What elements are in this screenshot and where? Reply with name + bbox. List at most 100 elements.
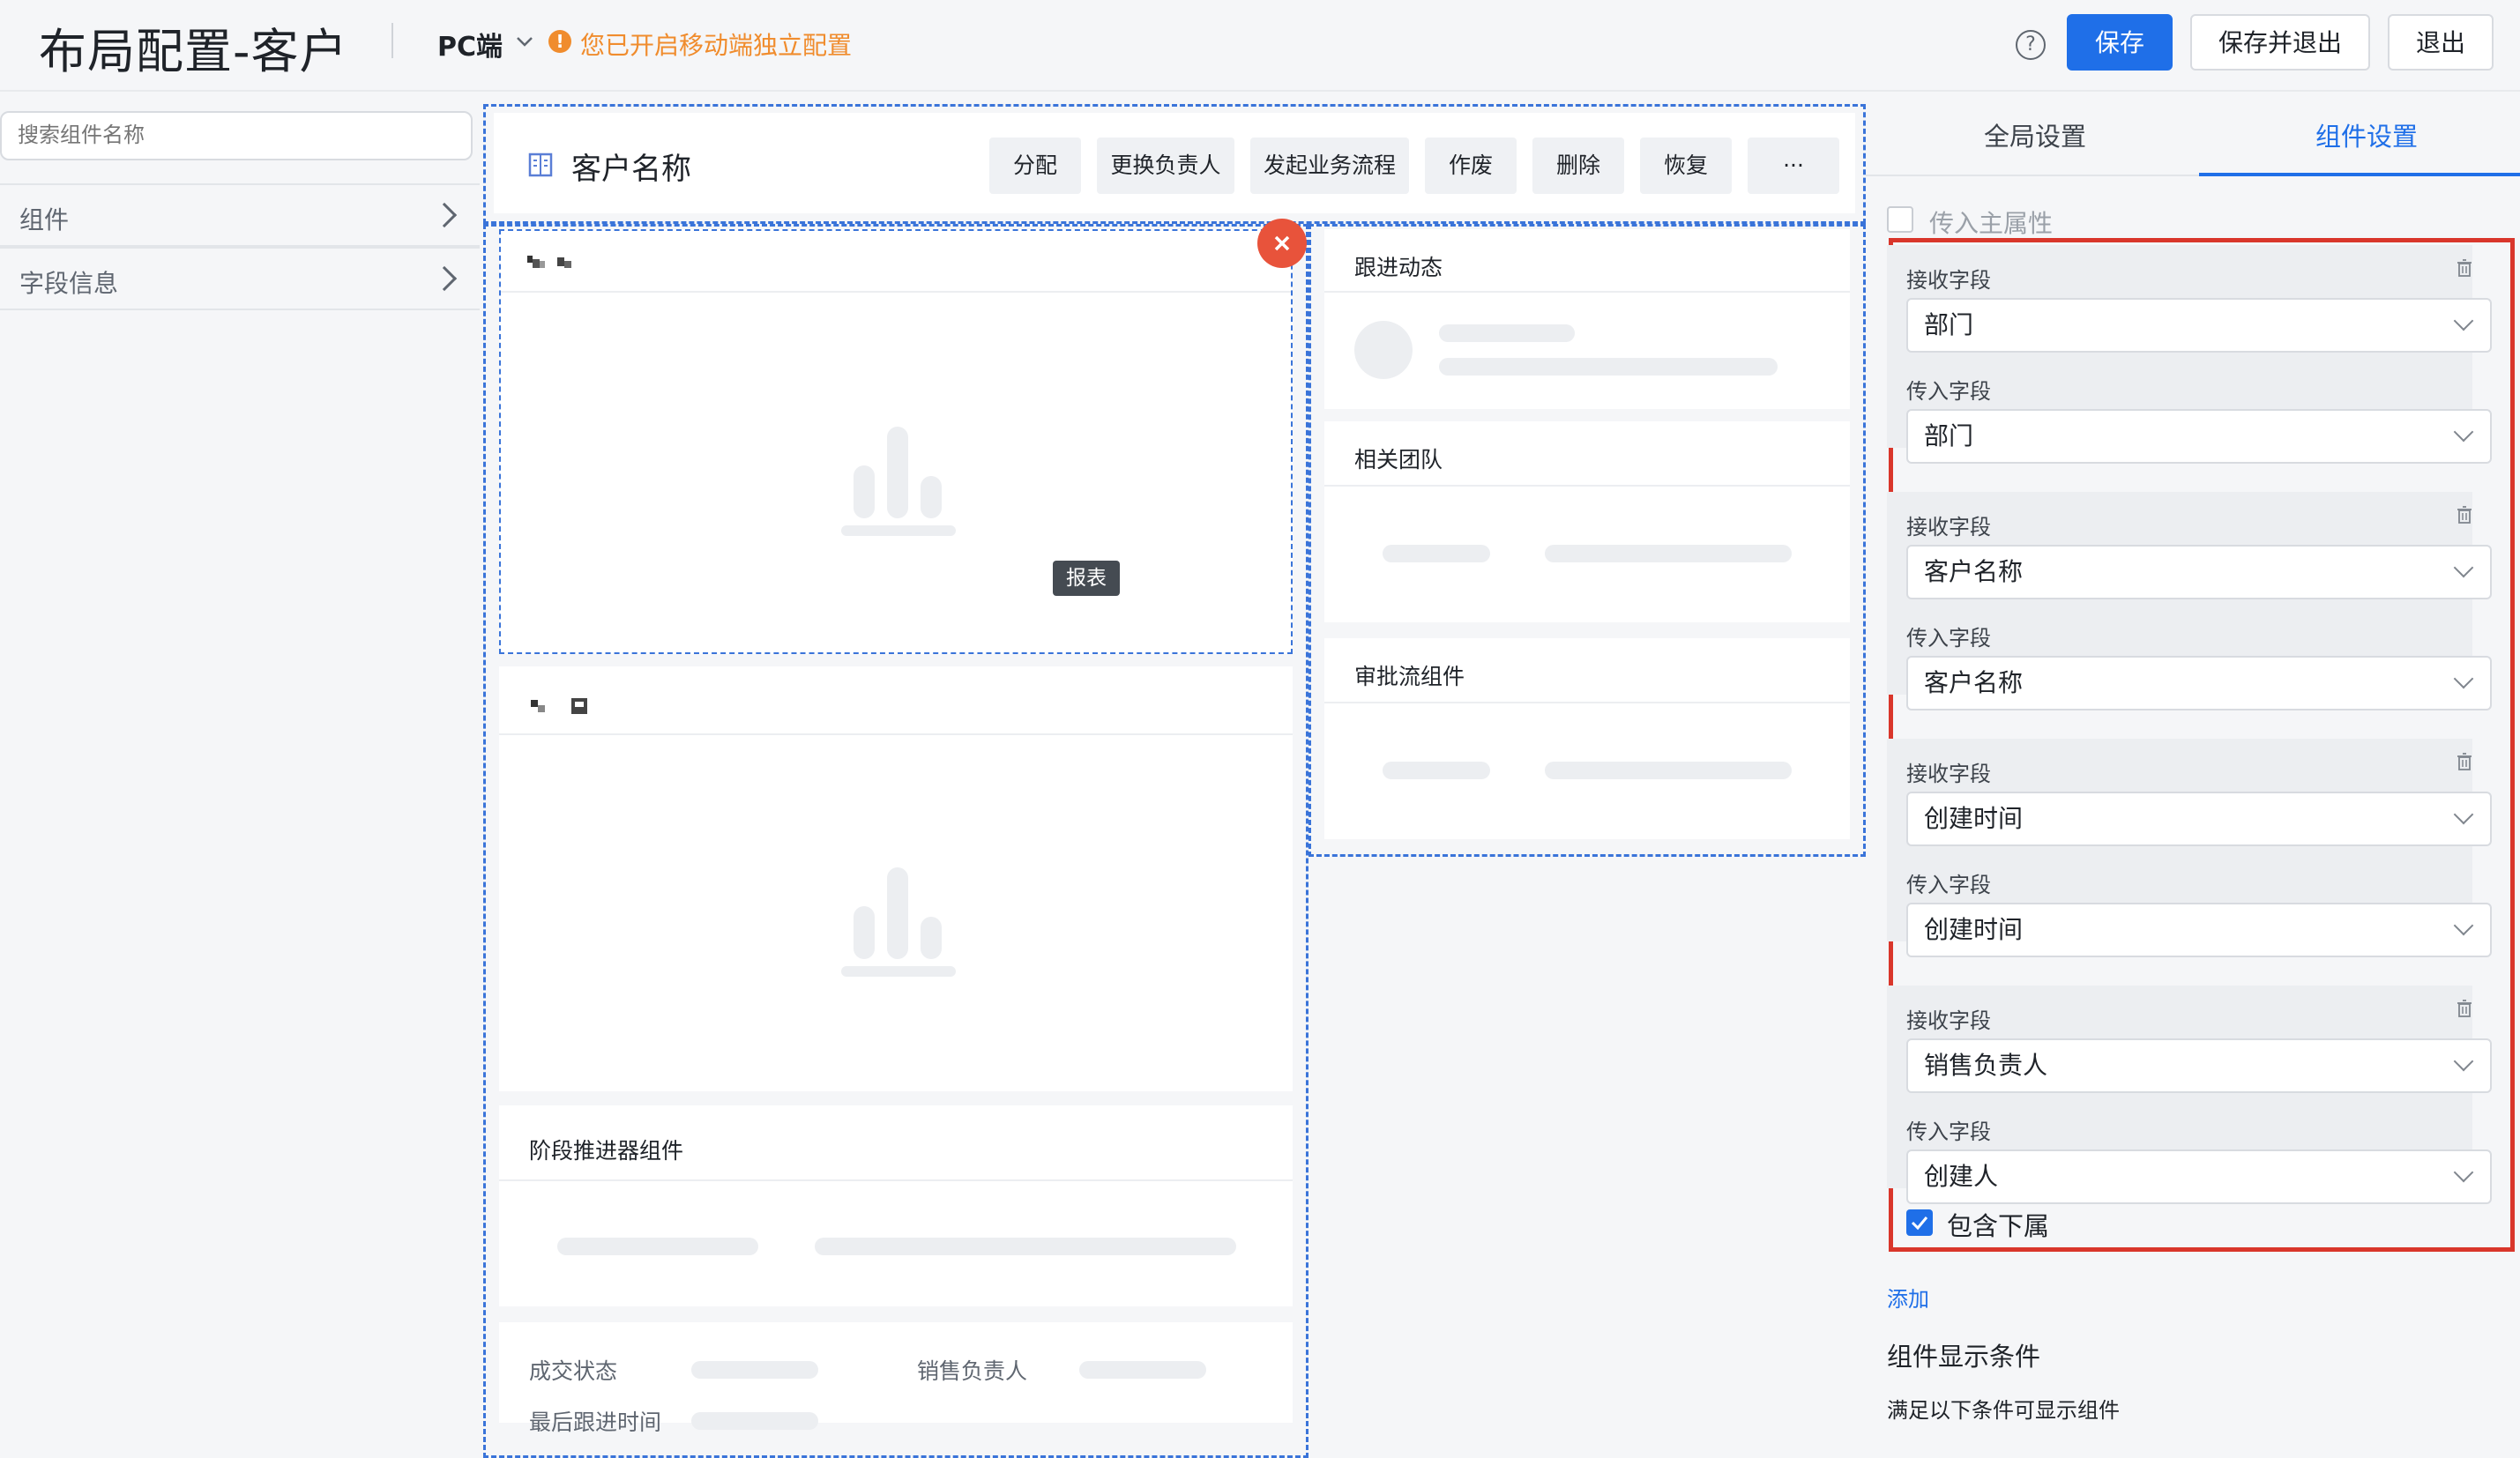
- pass-field-select[interactable]: 创建人: [1906, 1149, 2492, 1204]
- stage-advancer-card[interactable]: 阶段推进器组件: [499, 1105, 1293, 1306]
- select-value: 创建人: [1924, 1162, 1999, 1191]
- check-icon: [1911, 1216, 1928, 1231]
- card-divider: [1324, 485, 1850, 487]
- receive-field-select[interactable]: 客户名称: [1906, 545, 2492, 599]
- pass-main-attr-checkbox[interactable]: [1887, 206, 1913, 233]
- card-title-blurred: [531, 698, 587, 714]
- receive-field-select[interactable]: 创建时间: [1906, 792, 2492, 846]
- approval-flow-card[interactable]: 审批流组件: [1324, 638, 1850, 839]
- save-button[interactable]: 保存: [2067, 14, 2173, 71]
- more-actions-button[interactable]: ···: [1748, 138, 1839, 194]
- record-title: 客户名称: [571, 152, 691, 187]
- pass-field-select[interactable]: 客户名称: [1906, 656, 2492, 710]
- include-sub-checkbox[interactable]: [1906, 1209, 1933, 1236]
- card-title: 相关团队: [1354, 447, 1443, 472]
- close-icon: [1274, 235, 1290, 251]
- top-header: 布局配置-客户 PC端 ! 您已开启移动端独立配置 ? 保存 保存并退出 退出: [0, 0, 2520, 92]
- chevron-down-icon: [2453, 804, 2474, 825]
- card-title: 阶段推进器组件: [529, 1138, 684, 1164]
- card-divider: [1324, 702, 1850, 703]
- skeleton-bar: [1439, 324, 1575, 342]
- receive-field-select[interactable]: 销售负责人: [1906, 1038, 2492, 1093]
- field-mapping-group: 接收字段 销售负责人 传入字段 创建人: [1887, 986, 2492, 1204]
- action-assign-button[interactable]: 分配: [989, 138, 1081, 194]
- pass-field-label: 传入字段: [1906, 1120, 1991, 1144]
- display-condition-desc: 满足以下条件可显示组件: [1887, 1398, 2120, 1423]
- chevron-down-icon: [2453, 668, 2474, 689]
- receive-field-select[interactable]: 部门: [1906, 298, 2492, 353]
- chevron-down-icon: [2453, 421, 2474, 443]
- card-divider: [499, 1179, 1293, 1181]
- platform-selector[interactable]: PC端: [437, 25, 503, 63]
- action-change-owner-button[interactable]: 更换负责人: [1097, 138, 1234, 194]
- field-label: 最后跟进时间: [529, 1410, 662, 1435]
- trash-icon[interactable]: [2457, 1000, 2472, 1017]
- chevron-right-icon: [431, 202, 458, 228]
- follow-activity-card[interactable]: 跟进动态: [1324, 229, 1850, 409]
- mobile-config-warning: 您已开启移动端独立配置: [580, 31, 853, 60]
- left-item-components[interactable]: 组件: [0, 183, 480, 247]
- skeleton-bar: [1545, 545, 1792, 562]
- card-title: 审批流组件: [1354, 664, 1465, 689]
- select-value: 部门: [1924, 421, 1974, 450]
- skeleton-bar: [815, 1238, 1236, 1255]
- help-icon[interactable]: ?: [2016, 30, 2046, 60]
- skeleton-bar: [1383, 762, 1490, 779]
- remove-component-button[interactable]: [1257, 219, 1307, 268]
- chevron-down-icon: [2453, 310, 2474, 331]
- pass-main-attr-label: 传入主属性: [1929, 209, 2054, 238]
- pass-field-select[interactable]: 创建时间: [1906, 903, 2492, 957]
- card-divider: [499, 733, 1293, 735]
- action-start-process-button[interactable]: 发起业务流程: [1250, 138, 1409, 194]
- tab-global-settings[interactable]: 全局设置: [1984, 116, 2086, 153]
- trash-icon[interactable]: [2457, 753, 2472, 770]
- save-and-exit-button[interactable]: 保存并退出: [2190, 14, 2370, 71]
- skeleton-bar: [1439, 358, 1778, 376]
- warning-icon: !: [548, 30, 571, 53]
- display-condition-title: 组件显示条件: [1887, 1342, 2041, 1372]
- selected-outline: [499, 229, 1293, 654]
- select-value: 部门: [1924, 310, 1974, 339]
- field-mapping-group: 接收字段 创建时间 传入字段 创建时间: [1887, 739, 2492, 957]
- chevron-down-icon[interactable]: [513, 30, 536, 53]
- active-tab-indicator: [2199, 173, 2520, 176]
- action-delete-button[interactable]: 删除: [1532, 138, 1624, 194]
- action-void-button[interactable]: 作废: [1425, 138, 1517, 194]
- search-input[interactable]: [0, 111, 473, 160]
- include-sub-label: 包含下属: [1947, 1211, 2050, 1241]
- layout-canvas: 客户名称 分配 更换负责人 发起业务流程 作废 删除 恢复 ··· 报表 阶段推…: [483, 104, 1866, 1458]
- card-divider: [1324, 291, 1850, 293]
- skeleton-bar: [691, 1412, 818, 1430]
- record-header-card[interactable]: 客户名称 分配 更换负责人 发起业务流程 作废 删除 恢复 ···: [494, 113, 1855, 213]
- field-label: 销售负责人: [917, 1358, 1028, 1384]
- select-value: 客户名称: [1924, 557, 2024, 586]
- tooltip: 报表: [1053, 561, 1120, 596]
- page-title: 布局配置-客户: [39, 24, 348, 79]
- receive-field-label: 接收字段: [1906, 515, 1991, 539]
- avatar-skeleton: [1354, 321, 1413, 379]
- field-mapping-group: 接收字段 部门 传入字段 部门: [1887, 245, 2492, 464]
- action-restore-button[interactable]: 恢复: [1640, 138, 1732, 194]
- tab-component-settings[interactable]: 组件设置: [2315, 116, 2418, 153]
- chevron-down-icon: [2453, 1051, 2474, 1072]
- add-mapping-link[interactable]: 添加: [1887, 1282, 1929, 1313]
- skeleton-bar: [557, 1238, 758, 1255]
- report-card-2[interactable]: [499, 666, 1293, 1091]
- trash-icon[interactable]: [2457, 259, 2472, 277]
- chevron-down-icon: [2453, 557, 2474, 578]
- skeleton-bar: [1545, 762, 1792, 779]
- related-team-card[interactable]: 相关团队: [1324, 421, 1850, 622]
- left-panel: 组件 字段信息: [0, 93, 480, 1423]
- left-item-field-info[interactable]: 字段信息: [0, 247, 480, 310]
- skeleton-bar: [691, 1361, 818, 1379]
- trash-icon[interactable]: [2457, 506, 2472, 524]
- building-icon: [528, 152, 553, 177]
- chevron-right-icon: [431, 265, 458, 292]
- pass-field-select[interactable]: 部门: [1906, 409, 2492, 464]
- settings-panel: 全局设置 组件设置 传入主属性 接收字段 部门 传入字段 部门 接收字段 客户名…: [1866, 93, 2520, 1423]
- field-info-card[interactable]: 成交状态 销售负责人 最后跟进时间: [499, 1322, 1293, 1435]
- exit-button[interactable]: 退出: [2388, 14, 2494, 71]
- title-divider: [391, 23, 393, 58]
- chevron-down-icon: [2453, 915, 2474, 936]
- left-item-label: 字段信息: [19, 269, 119, 298]
